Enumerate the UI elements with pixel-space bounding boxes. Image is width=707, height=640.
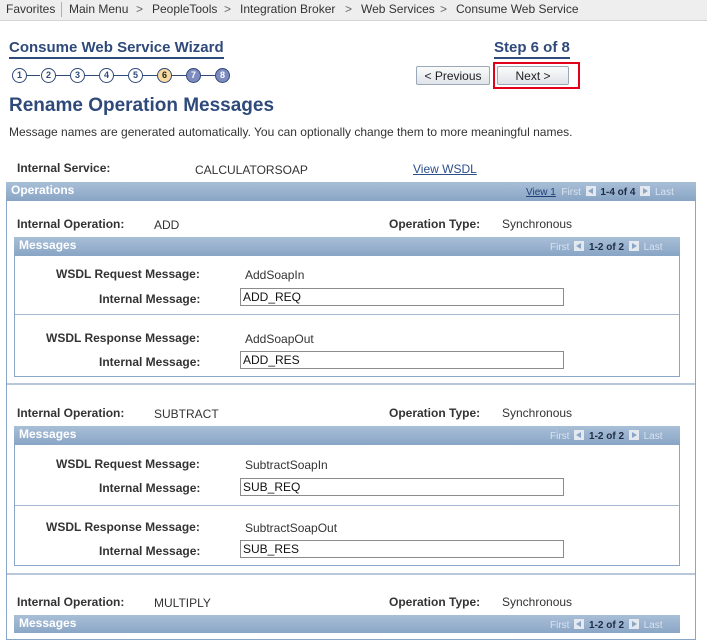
internal-message-label: Internal Message: <box>99 292 201 306</box>
step-3[interactable]: 3 <box>70 68 85 83</box>
next-row-icon[interactable] <box>628 241 639 251</box>
row-divider <box>15 505 679 506</box>
step-7: 7 <box>186 68 201 83</box>
step-2[interactable]: 2 <box>41 68 56 83</box>
breadcrumb-peopletools[interactable]: PeopleTools <box>152 2 217 16</box>
previous-row-icon[interactable] <box>585 186 596 196</box>
internal-operation-value: MULTIPLY <box>154 596 211 610</box>
breadcrumb-main-menu[interactable]: Main Menu <box>69 2 128 16</box>
first-link[interactable]: First <box>550 431 569 442</box>
step-8: 8 <box>215 68 230 83</box>
internal-message-label: Internal Message: <box>99 355 201 369</box>
messages-grid-header: Messages First 1-2 of 2 Last <box>14 615 680 633</box>
breadcrumb-consume-web-service[interactable]: Consume Web Service <box>456 2 579 16</box>
breadcrumb-integration-broker[interactable]: Integration Broker <box>240 2 335 16</box>
breadcrumb-favorites[interactable]: Favorites <box>6 2 55 16</box>
wsdl-request-label: WSDL Request Message: <box>56 457 200 471</box>
row-divider <box>15 314 679 315</box>
wsdl-request-value: AddSoapIn <box>245 268 305 282</box>
breadcrumb-divider <box>61 2 62 17</box>
step-connector <box>84 75 99 76</box>
internal-request-message-input[interactable] <box>240 478 564 496</box>
step-connector <box>200 75 215 76</box>
wsdl-response-label: WSDL Response Message: <box>46 331 200 345</box>
wsdl-request-label: WSDL Request Message: <box>56 267 200 281</box>
messages-grid-title: Messages <box>19 238 77 252</box>
previous-row-icon[interactable] <box>574 241 585 251</box>
row-range: 1-2 of 2 <box>589 242 625 253</box>
next-row-icon[interactable] <box>628 430 639 440</box>
operation-divider <box>7 573 695 575</box>
messages-grid-title: Messages <box>19 427 77 441</box>
view-wsdl-link[interactable]: View WSDL <box>413 162 477 176</box>
wsdl-request-value: SubtractSoapIn <box>245 458 328 472</box>
view-all-link[interactable]: View 1 <box>526 187 556 198</box>
first-link[interactable]: First <box>561 187 580 198</box>
step-connector <box>55 75 70 76</box>
internal-operation-value: SUBTRACT <box>154 407 219 421</box>
breadcrumb-separator: > <box>345 2 353 16</box>
messages-grid-nav: First 1-2 of 2 Last <box>550 241 663 253</box>
wsdl-response-label: WSDL Response Message: <box>46 520 200 534</box>
messages-grid-nav: First 1-2 of 2 Last <box>550 619 663 631</box>
internal-response-message-input[interactable] <box>240 540 564 558</box>
operations-grid-nav: View 1 First 1-4 of 4 Last <box>526 186 674 198</box>
internal-operation-label: Internal Operation: <box>17 217 125 231</box>
operations-grid-title: Operations <box>11 183 75 197</box>
step-connector <box>142 75 157 76</box>
internal-response-message-input[interactable] <box>240 351 564 369</box>
last-link[interactable]: Last <box>644 431 663 442</box>
row-range: 1-4 of 4 <box>600 187 636 198</box>
operation-type-label: Operation Type: <box>389 595 481 609</box>
operation-type-value: Synchronous <box>502 406 573 420</box>
next-row-icon[interactable] <box>640 186 651 196</box>
internal-message-label: Internal Message: <box>99 544 201 558</box>
step-4[interactable]: 4 <box>99 68 114 83</box>
messages-grid-header: Messages First 1-2 of 2 Last <box>14 237 680 255</box>
next-button-highlight <box>493 62 580 89</box>
last-link[interactable]: Last <box>644 242 663 253</box>
page-instructions: Message names are generated automaticall… <box>9 125 573 139</box>
first-link[interactable]: First <box>550 242 569 253</box>
messages-grid-header: Messages First 1-2 of 2 Last <box>14 426 680 444</box>
page-heading: Rename Operation Messages <box>9 95 275 116</box>
internal-operation-label: Internal Operation: <box>17 406 125 420</box>
previous-row-icon[interactable] <box>574 430 585 440</box>
step-connector <box>113 75 128 76</box>
row-range: 1-2 of 2 <box>589 431 625 442</box>
last-link[interactable]: Last <box>644 620 663 631</box>
operation-type-label: Operation Type: <box>389 406 481 420</box>
internal-service-label: Internal Service: <box>17 161 111 175</box>
wsdl-response-value: AddSoapOut <box>245 332 314 346</box>
breadcrumb-web-services[interactable]: Web Services <box>361 2 435 16</box>
operation-type-label: Operation Type: <box>389 217 481 231</box>
internal-operation-label: Internal Operation: <box>17 595 125 609</box>
first-link[interactable]: First <box>550 620 569 631</box>
breadcrumb: Favorites Main Menu > PeopleTools > Inte… <box>0 0 707 21</box>
operations-grid-header: Operations View 1 First 1-4 of 4 Last <box>6 182 696 200</box>
previous-button[interactable]: < Previous <box>416 66 490 85</box>
step-indicator-title: Step 6 of 8 <box>494 39 570 59</box>
last-link[interactable]: Last <box>655 187 674 198</box>
step-connector <box>171 75 186 76</box>
operation-divider <box>7 383 695 385</box>
step-6-current: 6 <box>157 68 172 83</box>
step-connector <box>25 75 40 76</box>
internal-request-message-input[interactable] <box>240 288 564 306</box>
internal-service-value: CALCULATORSOAP <box>195 163 308 177</box>
step-5[interactable]: 5 <box>128 68 143 83</box>
internal-operation-value: ADD <box>154 218 180 232</box>
internal-message-label: Internal Message: <box>99 481 201 495</box>
breadcrumb-separator: > <box>136 2 144 16</box>
operation-type-value: Synchronous <box>502 217 573 231</box>
breadcrumb-separator: > <box>224 2 232 16</box>
breadcrumb-separator: > <box>440 2 448 16</box>
wizard-title: Consume Web Service Wizard <box>9 39 224 59</box>
step-1[interactable]: 1 <box>12 68 27 83</box>
operation-type-value: Synchronous <box>502 595 573 609</box>
row-range: 1-2 of 2 <box>589 620 625 631</box>
messages-grid-nav: First 1-2 of 2 Last <box>550 430 663 442</box>
wsdl-response-value: SubtractSoapOut <box>245 521 338 535</box>
